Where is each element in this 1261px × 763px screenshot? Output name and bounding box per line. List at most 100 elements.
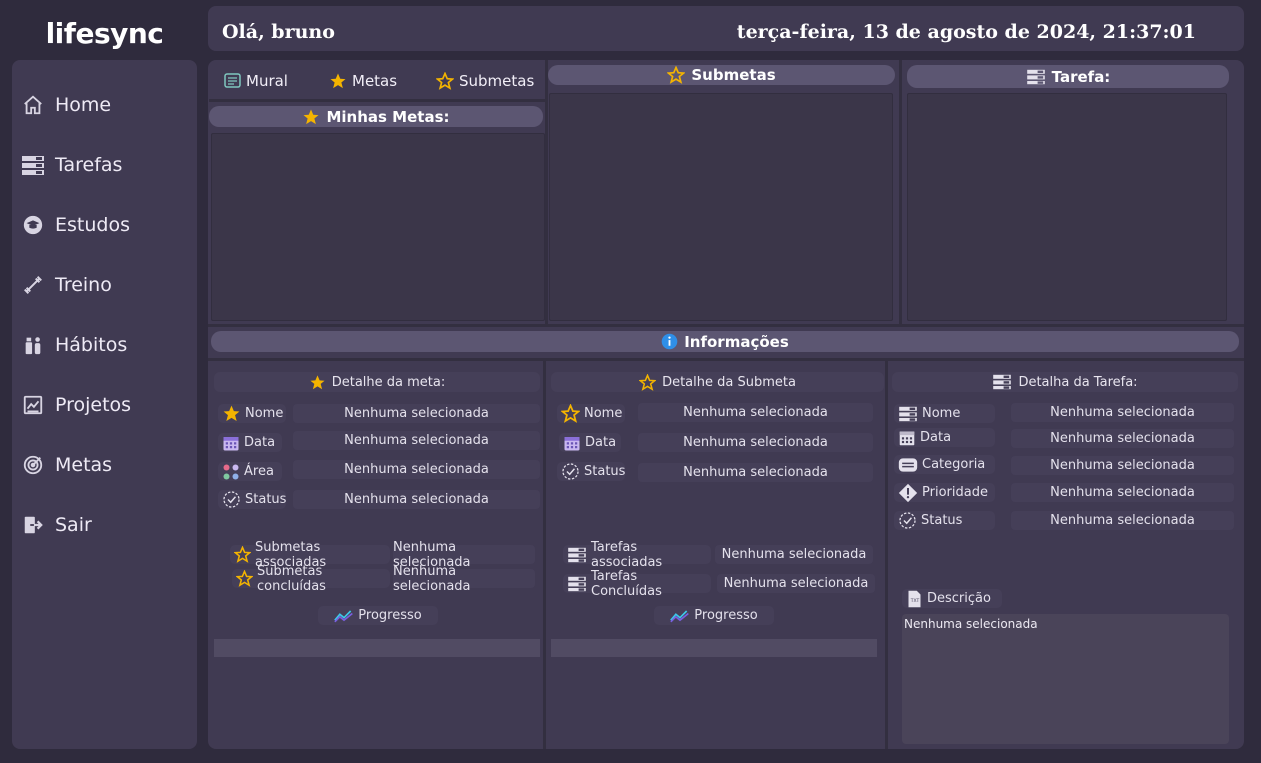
sidebar-item-estudos[interactable]: Estudos [20, 205, 190, 245]
tarefas-concluidas-label: Tarefas Concluídas [563, 569, 711, 599]
submeta-progress-bar [551, 639, 877, 657]
sidebar-item-label: Home [55, 94, 112, 116]
tarefas-concluidas-value: Nenhuma selecionada [717, 574, 875, 593]
target-icon [20, 452, 46, 478]
area-icon [223, 464, 239, 479]
tasks-icon [20, 152, 46, 178]
submetas-associadas-label: Submetas associadas [230, 540, 390, 570]
sidebar-item-label: Projetos [55, 394, 132, 416]
divider [545, 60, 548, 325]
submetas-list[interactable] [549, 93, 893, 321]
sidebar-item-label: Tarefas [55, 154, 123, 176]
graduation-icon [20, 212, 46, 238]
sidebar-item-treino[interactable]: Treino [20, 265, 190, 305]
sidebar-item-label: Estudos [55, 214, 130, 236]
informacoes-header: Informações [211, 331, 1239, 352]
tasks-icon [568, 576, 586, 591]
sidebar-item-metas[interactable]: Metas [20, 445, 190, 485]
tab-metas[interactable]: Metas [329, 62, 397, 99]
star-outline-icon [236, 570, 253, 587]
tasks-icon [899, 406, 917, 421]
check-circle-icon [223, 491, 240, 508]
datetime-text: terça-feira, 13 de agosto de 2024, 21:37… [736, 21, 1196, 43]
submetas-concluidas-label: Submetas concluídas [232, 564, 390, 594]
star-outline-icon [234, 546, 251, 563]
submeta-nome-label: Nome [557, 404, 625, 423]
tarefa-nome-label: Nome [894, 404, 995, 423]
star-outline-icon [667, 66, 686, 84]
meta-data-value: Nenhuma selecionada [293, 431, 540, 450]
submeta-status-label: Status [557, 462, 625, 481]
tarefa-data-value: Nenhuma selecionada [1011, 429, 1234, 448]
sidebar-item-label: Hábitos [55, 334, 128, 356]
sidebar-item-label: Metas [55, 454, 113, 476]
meta-status-label: Status [218, 490, 286, 509]
sidebar-item-tarefas[interactable]: Tarefas [20, 145, 190, 185]
submeta-progresso-label: Progresso [654, 606, 774, 625]
meta-nome-value: Nenhuma selecionada [293, 404, 540, 423]
priority-icon [898, 483, 918, 502]
meta-data-label: Data [218, 433, 282, 452]
tarefa-nome-value: Nenhuma selecionada [1011, 403, 1234, 422]
submeta-detail-header: Detalhe da Submeta [551, 372, 884, 392]
tab-mural[interactable]: Mural [224, 62, 288, 99]
sidebar-item-habitos[interactable]: Hábitos [20, 325, 190, 365]
tarefa-list[interactable] [907, 93, 1227, 321]
habits-icon [20, 332, 46, 358]
submetas-concluidas-value: Nenhuma selecionada [393, 564, 535, 594]
greeting-text: Olá, bruno [222, 21, 335, 43]
minhas-metas-list[interactable] [211, 133, 545, 321]
check-circle-icon [899, 512, 916, 529]
tab-submetas[interactable]: Submetas [436, 62, 534, 99]
star-outline-icon [436, 71, 454, 90]
tab-metas-label: Metas [352, 71, 398, 90]
submeta-data-value: Nenhuma selecionada [638, 433, 873, 452]
chart-icon [20, 392, 46, 418]
sidebar-item-projetos[interactable]: Projetos [20, 385, 190, 425]
tarefa-prioridade-value: Nenhuma selecionada [1011, 483, 1234, 502]
divider [209, 99, 545, 102]
home-icon [20, 92, 46, 118]
meta-detail-header: Detalhe da meta: [214, 372, 540, 392]
descricao-label: TXT Descrição [902, 589, 1002, 608]
submetas-associadas-value: Nenhuma selecionada [393, 540, 535, 570]
sidebar-item-home[interactable]: Home [20, 85, 190, 125]
minhas-metas-header: Minhas Metas: [209, 106, 543, 127]
tarefa-header: Tarefa: [907, 65, 1229, 88]
meta-area-value: Nenhuma selecionada [293, 460, 540, 479]
tasks-icon [568, 547, 586, 562]
sidebar-item-sair[interactable]: Sair [20, 505, 190, 545]
text-file-icon: TXT [908, 590, 921, 607]
sidebar: Home Tarefas Estudos Treino Hábitos Proj… [12, 60, 197, 749]
tarefa-prioridade-label: Prioridade [894, 483, 995, 502]
descricao-textarea[interactable]: Nenhuma selecionada [902, 614, 1229, 744]
sidebar-item-label: Sair [55, 514, 92, 536]
top-header: Olá, bruno terça-feira, 13 de agosto de … [208, 6, 1244, 51]
star-filled-icon [223, 405, 240, 422]
tab-submetas-label: Submetas [459, 71, 535, 90]
calendar-icon [899, 430, 915, 445]
tarefa-status-label: Status [894, 511, 995, 530]
tarefa-status-value: Nenhuma selecionada [1011, 511, 1234, 530]
calendar-icon [223, 436, 239, 450]
submeta-nome-value: Nenhuma selecionada [638, 403, 873, 422]
trend-icon [334, 609, 354, 622]
divider [543, 360, 546, 749]
tasks-icon [993, 374, 1012, 390]
star-filled-icon [303, 109, 319, 124]
tarefas-associadas-label: Tarefas associadas [563, 540, 711, 570]
meta-area-label: Área [218, 462, 282, 481]
star-outline-icon [639, 373, 657, 391]
divider [208, 358, 1244, 361]
trend-icon [670, 609, 690, 622]
tab-mural-label: Mural [246, 71, 288, 90]
meta-status-value: Nenhuma selecionada [293, 490, 540, 509]
svg-text:TXT: TXT [910, 598, 920, 604]
meta-progresso-label: Progresso [318, 606, 438, 625]
sidebar-item-label: Treino [55, 274, 112, 296]
tasks-icon [1026, 69, 1045, 84]
tab-bar: Mural Metas Submetas [209, 62, 543, 99]
divider [885, 360, 888, 749]
mural-icon [224, 73, 241, 88]
divider [208, 324, 1244, 327]
